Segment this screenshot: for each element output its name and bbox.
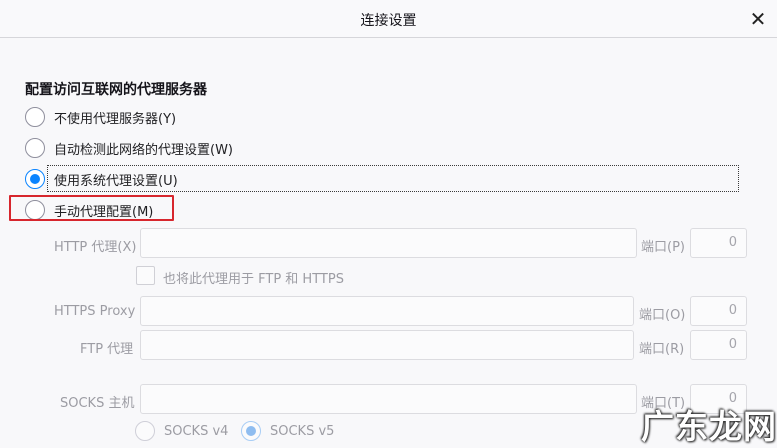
socks-v4-label: SOCKS v4: [164, 424, 229, 439]
close-icon[interactable]: ✕: [744, 5, 772, 33]
socks-host-label: SOCKS 主机: [60, 396, 135, 411]
ftp-proxy-input[interactable]: [140, 330, 634, 360]
https-proxy-input[interactable]: [140, 296, 634, 326]
radio-auto-detect-label[interactable]: 自动检测此网络的代理设置(W): [54, 139, 233, 158]
ftp-port-label: 端口(R): [639, 342, 685, 357]
ftp-proxy-label: FTP 代理: [80, 342, 134, 357]
ftp-port-input[interactable]: 0: [690, 330, 747, 360]
https-proxy-label: HTTPS Proxy: [54, 304, 136, 319]
radio-no-proxy[interactable]: [25, 107, 45, 127]
section-title: 配置访问互联网的代理服务器: [25, 82, 207, 98]
radio-socks-v4[interactable]: [135, 421, 155, 441]
radio-socks-v5[interactable]: [241, 421, 261, 441]
radio-system-proxy-label[interactable]: 使用系统代理设置(U): [54, 170, 178, 189]
http-proxy-label: HTTP 代理(X): [54, 240, 137, 255]
radio-system-proxy[interactable]: [25, 169, 45, 189]
dialog-title: 连接设置: [360, 13, 417, 29]
also-use-checkbox[interactable]: [136, 266, 155, 285]
radio-no-proxy-label[interactable]: 不使用代理服务器(Y): [54, 108, 176, 127]
also-use-label: 也将此代理用于 FTP 和 HTTPS: [163, 272, 344, 287]
socks-v5-label: SOCKS v5: [270, 424, 335, 439]
annotation-highlight-box: [9, 195, 174, 221]
watermark-logo: 广东龙网: [641, 407, 777, 446]
https-port-label: 端口(O): [639, 308, 686, 323]
socks-host-input[interactable]: [140, 384, 637, 414]
https-port-input[interactable]: 0: [690, 296, 747, 326]
http-port-input[interactable]: 0: [690, 228, 747, 258]
http-port-label: 端口(P): [641, 240, 685, 255]
radio-auto-detect[interactable]: [25, 138, 45, 158]
http-proxy-input[interactable]: [140, 228, 637, 258]
dialog-titlebar: 连接设置 ✕: [0, 0, 777, 38]
